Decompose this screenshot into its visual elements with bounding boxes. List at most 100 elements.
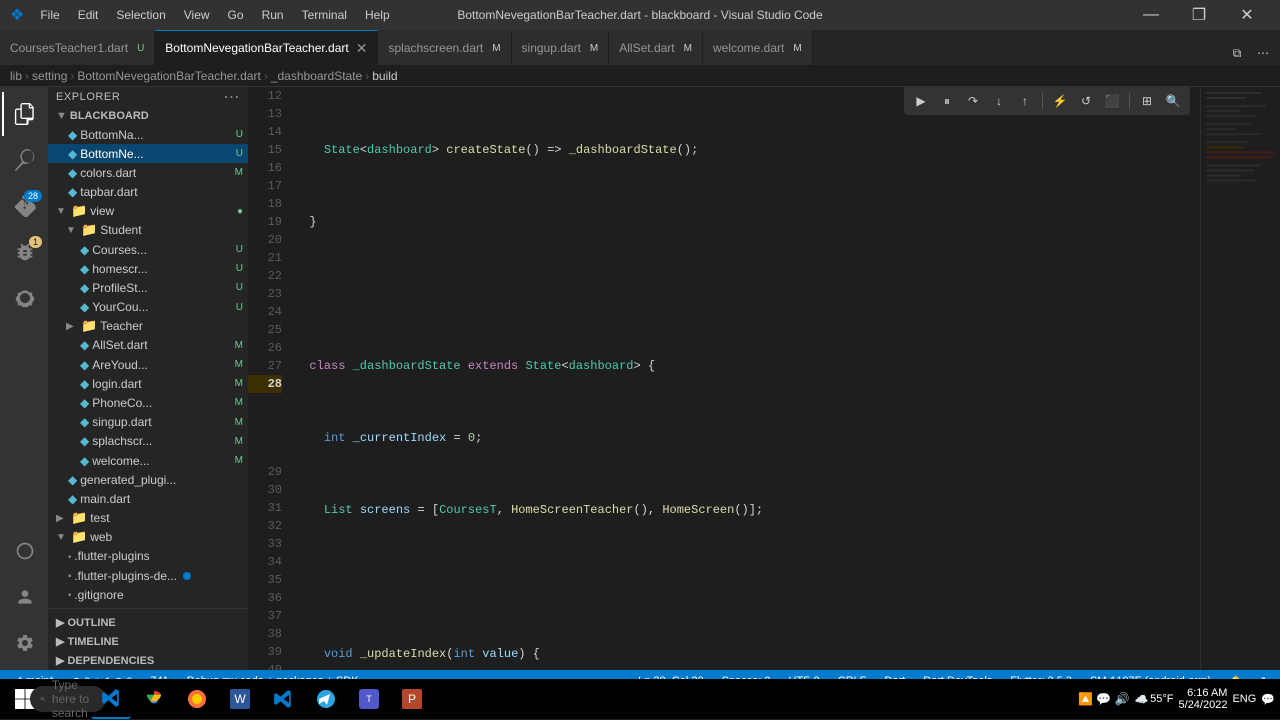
tree-login[interactable]: ◆ login.dart M: [48, 374, 248, 393]
tree-phoneco[interactable]: ◆ PhoneCo... M: [48, 393, 248, 412]
debug-continue-btn[interactable]: ▶: [909, 89, 933, 113]
search-button[interactable]: Type here to search: [48, 679, 88, 719]
debug-inspector-btn[interactable]: ⊞: [1135, 89, 1159, 113]
taskbar-datetime[interactable]: 6:16 AM 5/24/2022: [1179, 687, 1228, 711]
courses-file-icon: ◆: [80, 243, 89, 257]
code-scroll[interactable]: 12 13 14 15 16 17 18 19 20 21 22 23 24 2…: [248, 87, 1280, 670]
debug-hot-reload-btn[interactable]: ⚡: [1048, 89, 1072, 113]
tree-welcome-badge: M: [235, 455, 248, 466]
tree-homescreen[interactable]: ◆ homescr... U: [48, 259, 248, 278]
tree-item-label3: colors.dart: [80, 166, 136, 180]
tree-splach-label: splachscr...: [92, 434, 152, 448]
tree-yourcou[interactable]: ◆ YourCou... U: [48, 298, 248, 317]
remote-activity[interactable]: [2, 529, 46, 573]
tab-courses-teacher[interactable]: CoursesTeacher1.dart U: [0, 30, 155, 65]
breadcrumb-class[interactable]: _dashboardState: [271, 69, 362, 83]
areyoud-file-icon: ◆: [80, 358, 89, 372]
menu-help[interactable]: Help: [357, 0, 398, 30]
menu-view[interactable]: View: [176, 0, 218, 30]
debug-stepover-btn[interactable]: ↷: [961, 89, 985, 113]
tree-homescreen-badge: U: [236, 263, 248, 274]
login-file-icon: ◆: [80, 377, 89, 391]
tree-allset[interactable]: ◆ AllSet.dart M: [48, 336, 248, 355]
taskbar-chrome[interactable]: [134, 679, 174, 719]
svg-text:P: P: [408, 692, 416, 706]
tree-colors[interactable]: ◆ colors.dart M: [48, 163, 248, 182]
taskbar-word[interactable]: W: [220, 679, 260, 719]
breadcrumb-setting[interactable]: setting: [32, 69, 67, 83]
tree-tapbar[interactable]: ◆ tapbar.dart: [48, 183, 248, 202]
debug-activity[interactable]: 1: [2, 230, 46, 274]
tree-bottomne[interactable]: ◆ BottomNe... U: [48, 144, 248, 163]
menu-go[interactable]: Go: [220, 0, 252, 30]
menu-selection[interactable]: Selection: [108, 0, 173, 30]
tree-gitignore[interactable]: ⬝ .gitignore: [48, 585, 248, 604]
taskbar-telegram[interactable]: [306, 679, 346, 719]
tab-close-icon[interactable]: ✕: [356, 40, 368, 57]
tab-splash[interactable]: splachscreen.dart M: [378, 30, 511, 65]
taskbar: Type here to search W T P 🔼 💬 🔊: [0, 679, 1280, 719]
more-tabs-icon[interactable]: ⋯: [1251, 41, 1275, 65]
breadcrumb-file[interactable]: BottomNevegationBarTeacher.dart: [77, 69, 260, 83]
tree-view[interactable]: ▼ 📁 view ●: [48, 202, 248, 221]
tree-welcome[interactable]: ◆ welcome... M: [48, 451, 248, 470]
tree-genplugin[interactable]: ◆ generated_plugi...: [48, 470, 248, 489]
notification-icon[interactable]: 💬: [1261, 693, 1275, 706]
minimize-button[interactable]: —: [1128, 0, 1174, 30]
taskbar-language: ENG: [1232, 693, 1256, 705]
timeline-section[interactable]: ▶ TIMELINE: [48, 632, 248, 651]
taskbar-vscode[interactable]: [91, 679, 131, 719]
tree-profilest[interactable]: ◆ ProfileSt... U: [48, 278, 248, 297]
tab-singup[interactable]: singup.dart M: [512, 30, 610, 65]
breadcrumb-method[interactable]: build: [372, 69, 397, 83]
tree-courses[interactable]: ◆ Courses... U: [48, 240, 248, 259]
account-activity[interactable]: [2, 575, 46, 619]
taskbar-time: 6:16 AM: [1179, 687, 1228, 699]
debug-search-btn[interactable]: 🔍: [1161, 89, 1185, 113]
tree-singup[interactable]: ◆ singup.dart M: [48, 413, 248, 432]
tab-welcome[interactable]: welcome.dart M: [703, 30, 813, 65]
tree-areyoud[interactable]: ◆ AreYoud... M: [48, 355, 248, 374]
debug-stop-btn[interactable]: ⬛: [1100, 89, 1124, 113]
menu-edit[interactable]: Edit: [70, 0, 107, 30]
outline-section[interactable]: ▶ OUTLINE: [48, 613, 248, 632]
settings-activity[interactable]: [2, 621, 46, 665]
vscode-icon: ❖: [10, 5, 24, 25]
tree-student[interactable]: ▼ 📁 Student: [48, 221, 248, 240]
tree-flutter-plugins-de[interactable]: ⬝ .flutter-plugins-de...: [48, 566, 248, 585]
menu-run[interactable]: Run: [254, 0, 292, 30]
menu-terminal[interactable]: Terminal: [294, 0, 355, 30]
tab-allset[interactable]: AllSet.dart M: [609, 30, 703, 65]
explorer-activity[interactable]: [2, 92, 46, 136]
debug-stepin-btn[interactable]: ↓: [987, 89, 1011, 113]
debug-restart-btn[interactable]: ↺: [1074, 89, 1098, 113]
tree-web[interactable]: ▼ 📁 web: [48, 528, 248, 547]
code-editor[interactable]: State<dashboard> createState() => _dashb…: [290, 87, 1200, 670]
tree-splachscr[interactable]: ◆ splachscr... M: [48, 432, 248, 451]
restore-button[interactable]: ❐: [1176, 0, 1222, 30]
tab-bottom-nevegation[interactable]: BottomNevegationBarTeacher.dart ✕: [155, 30, 378, 65]
breadcrumb-lib[interactable]: lib: [10, 69, 22, 83]
dependencies-section[interactable]: ▶ DEPENDENCIES: [48, 651, 248, 670]
tree-teacher[interactable]: ▶ 📁 Teacher: [48, 317, 248, 336]
git-activity[interactable]: 28: [2, 184, 46, 228]
root-folder[interactable]: ▼ BLACKBOARD: [48, 107, 248, 125]
close-button[interactable]: ✕: [1224, 0, 1270, 30]
taskbar-teams[interactable]: T: [349, 679, 389, 719]
tree-bottomna[interactable]: ◆ BottomNa... U: [48, 125, 248, 144]
search-activity[interactable]: [2, 138, 46, 182]
timeline-label: TIMELINE: [67, 636, 118, 648]
extensions-activity[interactable]: [2, 276, 46, 320]
profile-file-icon: ◆: [80, 281, 89, 295]
taskbar-vscode2[interactable]: [263, 679, 303, 719]
debug-pause-btn[interactable]: ⏸: [935, 89, 959, 113]
tree-test[interactable]: ▶ 📁 test: [48, 508, 248, 527]
tree-main[interactable]: ◆ main.dart: [48, 489, 248, 508]
taskbar-powerpoint[interactable]: P: [392, 679, 432, 719]
tree-flutter-plugins[interactable]: ⬝ .flutter-plugins: [48, 547, 248, 566]
taskbar-firefox[interactable]: [177, 679, 217, 719]
menu-file[interactable]: File: [32, 0, 67, 30]
debug-stepout-btn[interactable]: ↑: [1013, 89, 1037, 113]
split-editor-icon[interactable]: ⧉: [1225, 41, 1249, 65]
sidebar-menu-icon[interactable]: ⋯: [223, 87, 240, 107]
